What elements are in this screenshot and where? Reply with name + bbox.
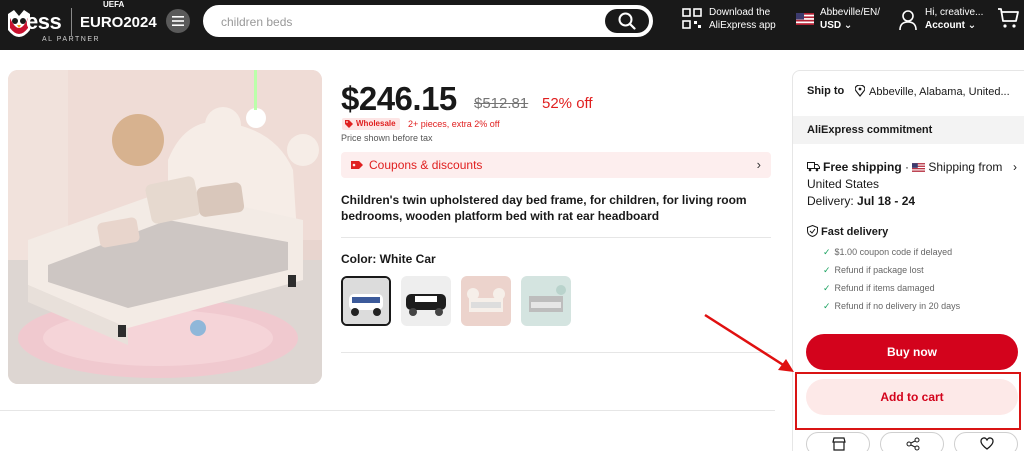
- divider: [341, 237, 771, 238]
- coupons-label: Coupons & discounts: [369, 158, 483, 172]
- check-icon: ✓: [823, 247, 831, 257]
- ship-to-label: Ship to: [807, 85, 845, 97]
- wishlist-button[interactable]: [954, 432, 1018, 451]
- product-photo: [8, 70, 322, 384]
- search-icon: [618, 12, 636, 30]
- wholesale-label: Wholesale: [356, 119, 396, 128]
- pink-bed-thumbnail: [461, 276, 511, 326]
- fast-delivery-heading: Fast delivery: [807, 225, 888, 238]
- wholesale-note: 2+ pieces, extra 2% off: [408, 119, 500, 129]
- qr-code-icon: [682, 8, 702, 29]
- search-input[interactable]: [221, 13, 591, 31]
- heart-icon: [980, 437, 994, 450]
- share-icon: [906, 437, 920, 451]
- tag-icon: [345, 120, 353, 128]
- grey-bed-thumbnail: [521, 276, 571, 326]
- chevron-down-icon: ⌄: [843, 20, 853, 31]
- shield-icon: [807, 225, 818, 237]
- coupons-discounts-row[interactable]: Coupons & discounts ›: [341, 152, 771, 178]
- search-button[interactable]: [605, 9, 649, 33]
- chevron-right-icon: ›: [756, 157, 761, 172]
- divider: [0, 410, 775, 411]
- color-option-grey[interactable]: [521, 276, 571, 326]
- uefa-label: UEFA: [103, 0, 125, 9]
- guarantee-text: Refund if package lost: [834, 265, 924, 275]
- store-icon: [832, 437, 846, 451]
- list-item: ✓ Refund if no delivery in 20 days: [823, 297, 1013, 315]
- account-greeting: Hi, creative...: [925, 7, 984, 18]
- color-option-black-car[interactable]: [401, 276, 451, 326]
- discount-label: 52% off: [542, 95, 593, 112]
- check-icon: ✓: [823, 265, 831, 275]
- user-icon: [899, 10, 917, 31]
- wholesale-badge: Wholesale: [342, 118, 400, 130]
- location-pin-icon: [855, 85, 865, 97]
- category-menu-button[interactable]: [166, 9, 190, 33]
- hamburger-icon: [172, 16, 184, 26]
- chevron-right-icon: ›: [1013, 160, 1017, 174]
- list-item: ✓ Refund if items damaged: [823, 279, 1013, 297]
- check-icon: ✓: [823, 283, 831, 293]
- ship-to-location[interactable]: Abbeville, Alabama, United...: [855, 85, 1010, 98]
- official-partner-label: AL PARTNER: [42, 36, 101, 43]
- guarantee-text: Refund if no delivery in 20 days: [834, 301, 961, 311]
- truck-icon: [807, 162, 820, 172]
- color-option-white-car[interactable]: [341, 276, 391, 326]
- commitment-bar: AliExpress commitment: [793, 116, 1024, 144]
- white-car-thumbnail: [343, 278, 389, 324]
- annotation-arrow: [704, 313, 794, 372]
- commitment-label: AliExpress commitment: [807, 124, 933, 136]
- us-flag-icon: [912, 163, 926, 172]
- us-flag-icon: [796, 13, 814, 25]
- product-title: Children's twin upholstered day bed fram…: [341, 193, 747, 223]
- logo-wordmark: ess: [26, 9, 62, 34]
- top-header: ess UEFA EURO2024 AL PARTNER Download th…: [0, 0, 1024, 50]
- download-line1: Download the: [709, 7, 771, 18]
- cart-icon[interactable]: [996, 6, 1020, 30]
- current-price: $246.15: [341, 80, 457, 117]
- coupon-icon: [351, 161, 363, 169]
- account-label: Account: [925, 20, 965, 31]
- free-shipping-label: Free shipping: [823, 160, 902, 174]
- store-button[interactable]: [806, 432, 870, 451]
- delivery-prefix: Delivery:: [807, 194, 858, 208]
- black-car-thumbnail: [401, 276, 451, 326]
- color-option-pink[interactable]: [461, 276, 511, 326]
- currency-label: USD: [820, 20, 842, 31]
- annotation-highlight-box: [795, 372, 1021, 430]
- color-label: Color: White Car: [341, 252, 436, 266]
- list-item: ✓ Refund if package lost: [823, 261, 1013, 279]
- logo-divider: [71, 8, 72, 36]
- original-price: $512.81: [474, 95, 529, 112]
- ship-location-text: Abbeville, Alabama, United...: [869, 86, 1010, 98]
- euro2024-label: EURO2024: [80, 14, 157, 31]
- list-item: ✓ $1.00 coupon code if delayed: [823, 243, 1013, 261]
- region-line1: Abbeville/EN/: [820, 7, 881, 18]
- free-shipping-info[interactable]: Free shipping · Shipping from United Sta…: [807, 159, 1017, 210]
- check-icon: ✓: [823, 301, 831, 311]
- download-line2: AliExpress app: [709, 20, 776, 31]
- aliexpress-logo[interactable]: ess UEFA EURO2024 AL PARTNER: [0, 0, 170, 50]
- share-button[interactable]: [880, 432, 944, 451]
- buy-now-button[interactable]: Buy now: [806, 334, 1018, 370]
- search-bar: [203, 5, 653, 37]
- guarantee-text: Refund if items damaged: [834, 283, 935, 293]
- guarantee-list: ✓ $1.00 coupon code if delayed ✓ Refund if…: [823, 243, 1013, 315]
- guarantee-text: $1.00 coupon code if delayed: [834, 247, 953, 257]
- free-shipping-sep: ·: [901, 160, 913, 174]
- delivery-dates: Jul 18 - 24: [857, 194, 916, 208]
- tax-note: Price shown before tax: [341, 133, 433, 143]
- chevron-down-icon: ⌄: [967, 20, 977, 31]
- fast-delivery-label: Fast delivery: [821, 226, 889, 238]
- product-image[interactable]: [8, 70, 322, 384]
- product-page: ess UEFA EURO2024 AL PARTNER Download th…: [0, 0, 1024, 451]
